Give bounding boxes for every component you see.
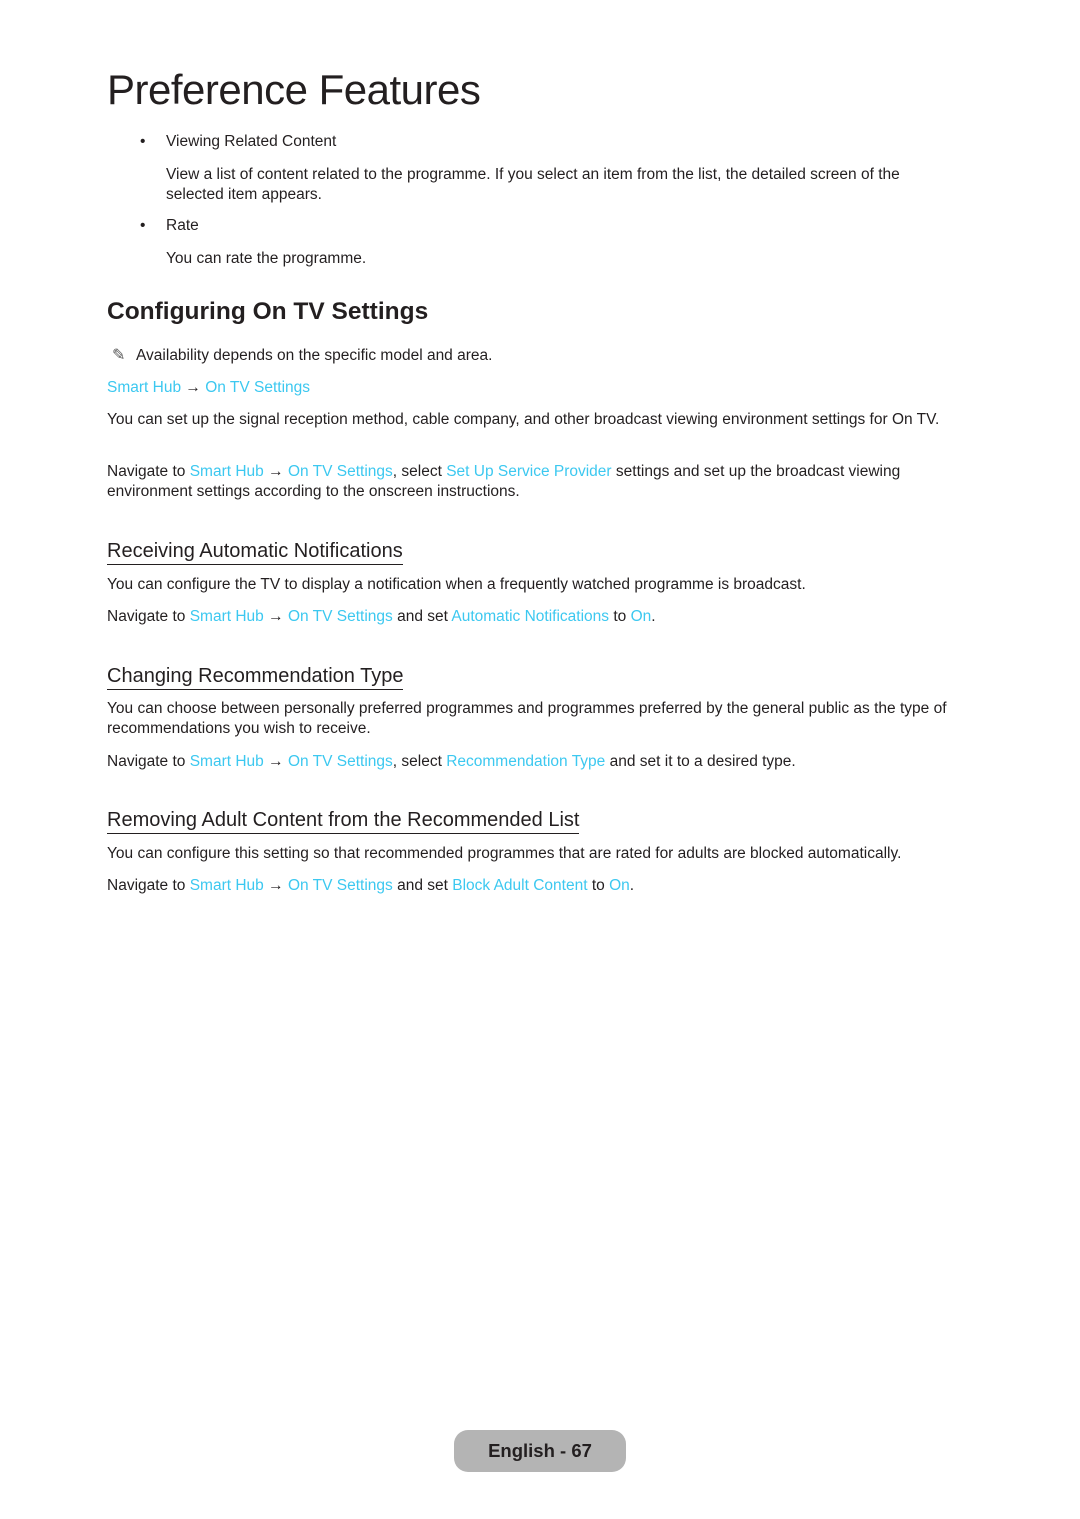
text: .: [651, 608, 656, 625]
bullet-description: You can rate the programme.: [166, 250, 367, 267]
link-set-up-service-provider[interactable]: Set Up Service Provider: [446, 463, 611, 480]
text: , select: [392, 463, 447, 480]
link-recommendation-type[interactable]: Recommendation Type: [446, 753, 605, 770]
text: and set it to a desired type.: [605, 753, 796, 770]
section-navigate: Navigate to Smart Hub → On TV Settings, …: [107, 462, 973, 502]
bullet-description: View a list of content related to the pr…: [166, 166, 900, 203]
subsection-description: You can choose between personally prefer…: [107, 700, 947, 737]
arrow-icon: →: [263, 608, 288, 625]
bullet-item-viewing-related-content: • Viewing Related Content: [140, 133, 336, 151]
link-on-tv-settings[interactable]: On TV Settings: [288, 753, 393, 770]
text: and set: [392, 877, 453, 894]
text: Navigate to: [107, 877, 190, 894]
link-on-tv-settings[interactable]: On TV Settings: [288, 463, 393, 480]
link-smart-hub[interactable]: Smart Hub: [190, 463, 264, 480]
menu-path: Smart Hub → On TV Settings: [107, 378, 973, 398]
link-smart-hub[interactable]: Smart Hub: [190, 877, 264, 894]
text: to: [587, 877, 610, 894]
page-title: Preference Features: [107, 66, 481, 113]
subsection-title: Changing Recommendation Type: [107, 664, 404, 690]
subsection-title: Removing Adult Content from the Recommen…: [107, 808, 580, 834]
page-number-badge: English - 67: [454, 1430, 626, 1472]
arrow-icon: →: [185, 379, 201, 396]
bullet-icon: •: [140, 133, 146, 150]
text: , select: [392, 753, 447, 770]
link-on-tv-settings[interactable]: On TV Settings: [288, 877, 393, 894]
link-smart-hub[interactable]: Smart Hub: [190, 753, 264, 770]
link-block-adult-content[interactable]: Block Adult Content: [452, 877, 587, 894]
subsection-navigate: Navigate to Smart Hub → On TV Settings a…: [107, 607, 973, 627]
link-smart-hub[interactable]: Smart Hub: [107, 379, 181, 396]
bullet-icon: •: [140, 217, 146, 234]
bullet-title: Viewing Related Content: [166, 133, 337, 150]
text: Navigate to: [107, 608, 190, 625]
link-on[interactable]: On: [609, 877, 630, 894]
bullet-item-rate: • Rate: [140, 217, 199, 235]
section-title: Configuring On TV Settings: [107, 298, 429, 325]
subsection-title: Receiving Automatic Notifications: [107, 539, 403, 565]
subsection-navigate: Navigate to Smart Hub → On TV Settings, …: [107, 752, 973, 772]
link-on[interactable]: On: [631, 608, 652, 625]
subsection-navigate: Navigate to Smart Hub → On TV Settings a…: [107, 876, 973, 896]
arrow-icon: →: [263, 877, 288, 894]
text: .: [629, 877, 635, 894]
link-smart-hub[interactable]: Smart Hub: [190, 608, 264, 625]
availability-note: ✎ Availability depends on the specific mo…: [112, 346, 978, 366]
link-on-tv-settings[interactable]: On TV Settings: [288, 608, 393, 625]
arrow-icon: →: [263, 753, 288, 770]
bullet-title: Rate: [166, 217, 199, 234]
link-on-tv-settings[interactable]: On TV Settings: [205, 379, 310, 396]
pencil-note-icon: ✎: [112, 347, 126, 364]
page-number-label: English - 67: [488, 1440, 592, 1461]
text: and set: [392, 608, 452, 625]
arrow-icon: →: [263, 463, 288, 480]
link-automatic-notifications[interactable]: Automatic Notifications: [451, 608, 609, 625]
note-text: Availability depends on the specific mod…: [136, 347, 493, 364]
subsection-description: You can configure this setting so that r…: [107, 845, 902, 862]
text: Navigate to: [107, 463, 190, 480]
subsection-description: You can configure the TV to display a no…: [107, 576, 806, 593]
text: to: [609, 608, 631, 625]
section-description: You can set up the signal reception meth…: [107, 411, 940, 428]
text: Navigate to: [107, 753, 190, 770]
